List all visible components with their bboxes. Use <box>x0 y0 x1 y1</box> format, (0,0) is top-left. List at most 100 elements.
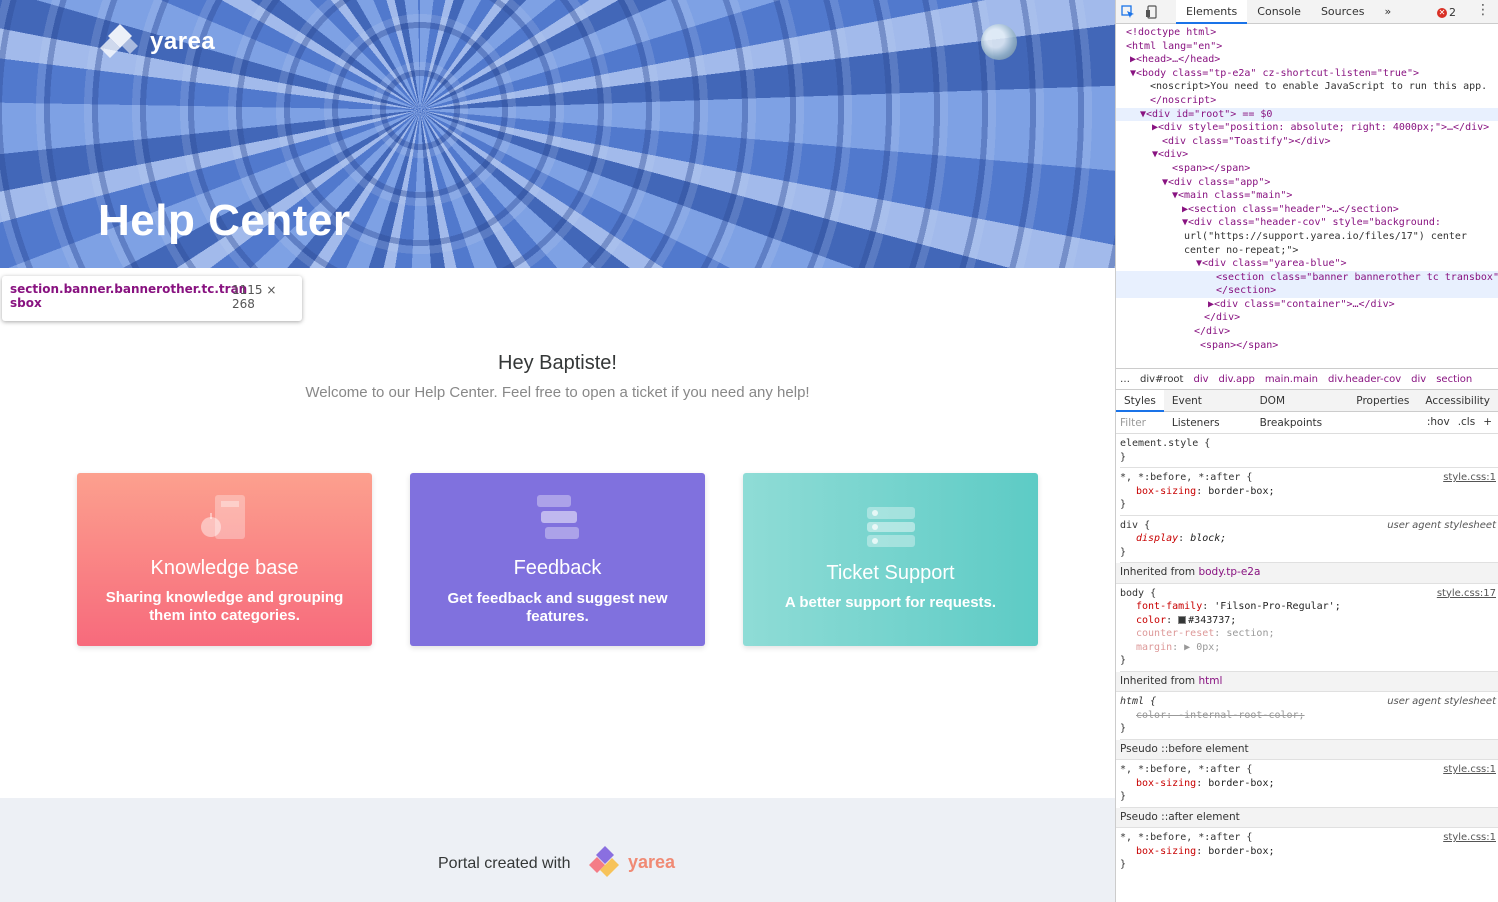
inherited-from-body: Inherited from body.tp-e2a <box>1116 563 1498 584</box>
dom-node[interactable]: <noscript>You need to enable JavaScript … <box>1116 80 1498 94</box>
css-property[interactable]: box-sizing <box>1136 778 1196 789</box>
filter-input[interactable]: Filter <box>1120 417 1146 429</box>
greeting-subtitle: Welcome to our Help Center. Feel free to… <box>305 384 810 401</box>
rule-div[interactable]: div { user agent stylesheet display: blo… <box>1120 516 1498 563</box>
tab-console[interactable]: Console <box>1247 0 1311 24</box>
dom-node[interactable]: ▶<div class="container">…</div> <box>1116 298 1498 312</box>
rule-html[interactable]: html { user agent stylesheet color: -int… <box>1120 692 1498 740</box>
dom-node[interactable]: ▼<div class="header-cov" style="backgrou… <box>1116 216 1498 230</box>
breadcrumb-item[interactable]: div.app <box>1219 374 1255 385</box>
styles-rules: element.style { } *, *:before, *:after {… <box>1116 434 1498 875</box>
kebab-menu-icon[interactable]: ⋮ <box>1476 2 1490 18</box>
styles-filter[interactable]: Filter :hov .cls + <box>1116 412 1498 434</box>
breadcrumb-item[interactable]: div <box>1411 374 1426 385</box>
feedback-card[interactable]: Feedback Get feedback and suggest new fe… <box>410 473 705 646</box>
css-value[interactable]: ▶ 0px; <box>1184 642 1220 653</box>
rule-pseudo-before[interactable]: *, *:before, *:after { style.css:1 box-s… <box>1120 760 1498 808</box>
hov-button[interactable]: :hov <box>1427 416 1450 428</box>
color-swatch[interactable] <box>1178 615 1187 624</box>
css-property[interactable]: box-sizing <box>1136 846 1196 857</box>
card-title: Knowledge base <box>150 557 299 579</box>
dom-node[interactable]: ▼<main class="main"> <box>1116 189 1498 203</box>
tab-elements[interactable]: Elements <box>1176 0 1248 24</box>
cls-button[interactable]: .cls <box>1458 416 1476 428</box>
dom-node[interactable]: </section> <box>1116 284 1498 298</box>
css-value[interactable]: border-box; <box>1208 778 1274 789</box>
card-title: Ticket Support <box>826 562 955 584</box>
dom-node[interactable]: ▶<div style="position: absolute; right: … <box>1116 121 1498 135</box>
rule-source-ua: user agent stylesheet <box>1387 696 1496 707</box>
rule-universal[interactable]: *, *:before, *:after { style.css:1 box-s… <box>1120 468 1498 516</box>
rule-element-style[interactable]: element.style { } <box>1120 434 1498 468</box>
device-toolbar-icon[interactable] <box>1140 0 1164 24</box>
breadcrumb-item[interactable]: div.header-cov <box>1328 374 1401 385</box>
dom-node[interactable]: <html lang="en"> <box>1116 40 1498 54</box>
dom-node[interactable]: </div> <box>1116 325 1498 339</box>
dom-node[interactable]: <!doctype html> <box>1116 26 1498 40</box>
knowledge-base-card[interactable]: Knowledge base Sharing knowledge and gro… <box>77 473 372 646</box>
inherited-from-html: Inherited from html <box>1116 671 1498 692</box>
tab-styles[interactable]: Styles <box>1116 389 1164 412</box>
rule-source-link[interactable]: style.css:1 <box>1443 831 1496 845</box>
inspect-tooltip: section.banner.bannerother.tc.tran sbox … <box>2 276 302 321</box>
css-property[interactable]: font-family <box>1136 601 1202 612</box>
card-description: A better support for requests. <box>784 594 997 611</box>
tab-properties[interactable]: Properties <box>1348 390 1417 412</box>
user-avatar[interactable] <box>981 24 1017 60</box>
tab-accessibility[interactable]: Accessibility <box>1417 390 1498 412</box>
breadcrumb-item[interactable]: div#root <box>1140 374 1183 385</box>
css-value[interactable]: #343737; <box>1188 615 1236 626</box>
dom-node[interactable]: ▼<div> <box>1116 148 1498 162</box>
brand-logo[interactable]: yarea <box>98 22 215 62</box>
dom-node[interactable]: <span></span> <box>1116 339 1498 353</box>
dom-node[interactable]: ▶<head>…</head> <box>1116 53 1498 67</box>
css-value[interactable]: section; <box>1226 628 1274 639</box>
dom-node[interactable]: </div> <box>1116 311 1498 325</box>
dom-node[interactable]: ▼<div class="yarea-blue"> <box>1116 257 1498 271</box>
page-title: Help Center <box>98 196 351 245</box>
error-counter[interactable]: ✕ 2 <box>1437 6 1456 19</box>
breadcrumb-item[interactable]: main.main <box>1265 374 1318 385</box>
css-property[interactable]: counter-reset <box>1136 628 1214 639</box>
dom-node[interactable]: center no-repeat;"> <box>1116 244 1498 258</box>
css-value[interactable]: 'Filson-Pro-Regular'; <box>1214 601 1340 612</box>
devtools-panel: Elements Console Sources » ✕ 2 ⋮ <!docty… <box>1115 0 1498 902</box>
tab-sources[interactable]: Sources <box>1311 0 1375 24</box>
dom-node[interactable]: ▶<section class="header">…</section> <box>1116 203 1498 217</box>
css-property[interactable]: box-sizing <box>1136 486 1196 497</box>
dom-node[interactable]: ▼<div id="root"> == $0 <box>1116 107 1498 122</box>
dom-node[interactable]: <span></span> <box>1116 162 1498 176</box>
css-value[interactable]: border-box; <box>1208 486 1274 497</box>
footer-brand-name: yarea <box>628 851 676 872</box>
rule-body[interactable]: body { style.css:17 font-family: 'Filson… <box>1120 584 1498 672</box>
css-value[interactable]: border-box; <box>1208 846 1274 857</box>
rule-source-link[interactable]: style.css:1 <box>1443 763 1496 777</box>
inherited-element-link[interactable]: html <box>1198 675 1222 687</box>
breadcrumb-item[interactable]: div <box>1193 374 1208 385</box>
more-tabs-button[interactable]: » <box>1374 0 1401 24</box>
error-icon: ✕ <box>1437 7 1447 18</box>
dom-node[interactable]: url("https://support.yarea.io/files/17")… <box>1116 230 1498 244</box>
breadcrumb-item[interactable]: section <box>1436 374 1472 385</box>
css-property[interactable]: color <box>1136 615 1166 626</box>
inherited-label: Inherited from <box>1120 566 1196 578</box>
inspect-element-icon[interactable] <box>1116 0 1140 24</box>
tooltip-selector-cont: sbox <box>10 296 42 310</box>
tab-event-listeners[interactable]: Event Listeners <box>1164 390 1252 429</box>
rule-selector: element.style { <box>1120 438 1211 449</box>
dom-node[interactable]: <div class="Toastify"></div> <box>1116 135 1498 149</box>
footer-logo[interactable]: yarea <box>588 845 675 879</box>
css-property[interactable]: margin <box>1136 642 1172 653</box>
dom-node[interactable]: </noscript> <box>1116 94 1498 108</box>
dom-node[interactable]: ▼<body class="tp-e2a" cz-shortcut-listen… <box>1116 67 1498 81</box>
rule-source-link[interactable]: style.css:17 <box>1437 587 1496 601</box>
tab-dom-breakpoints[interactable]: DOM Breakpoints <box>1252 390 1349 429</box>
inherited-element-link[interactable]: body.tp-e2a <box>1198 566 1260 578</box>
rule-source-link[interactable]: style.css:1 <box>1443 471 1496 485</box>
rule-pseudo-after[interactable]: *, *:before, *:after { style.css:1 box-s… <box>1120 828 1498 875</box>
add-rule-button[interactable]: + <box>1483 416 1492 428</box>
breadcrumb-more[interactable]: … <box>1120 374 1130 385</box>
dom-node[interactable]: ▼<div class="app"> <box>1116 176 1498 190</box>
ticket-support-card[interactable]: Ticket Support A better support for requ… <box>743 473 1038 646</box>
dom-node[interactable]: <section class="banner bannerother tc tr… <box>1116 270 1498 285</box>
